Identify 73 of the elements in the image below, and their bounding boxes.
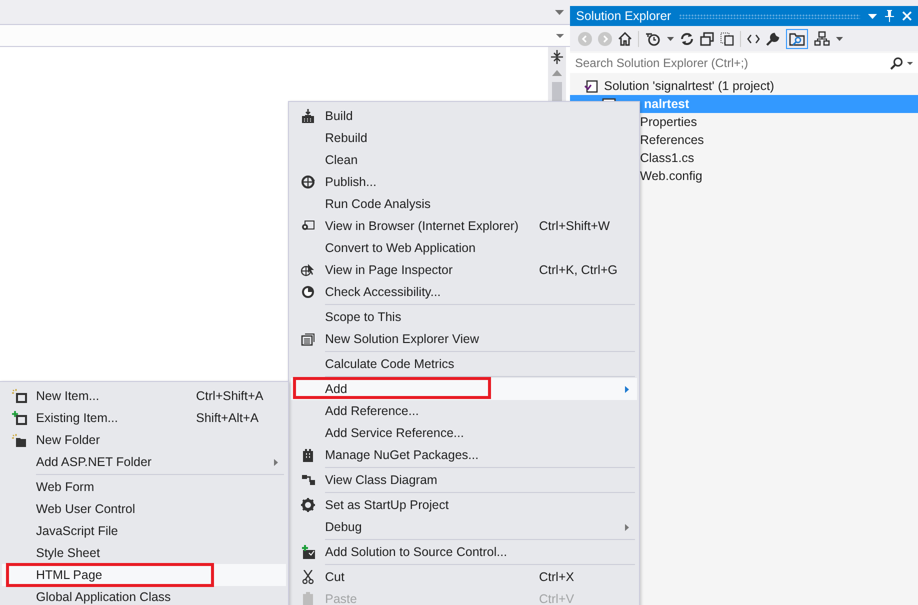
search-icon[interactable] xyxy=(890,56,903,70)
package-icon xyxy=(302,448,314,462)
pages-icon[interactable] xyxy=(720,32,734,46)
panel-title: Solution Explorer xyxy=(576,9,672,23)
class-diagram-icon xyxy=(300,474,316,486)
split-icon[interactable] xyxy=(551,50,563,64)
close-icon[interactable] xyxy=(902,11,912,21)
menu-item[interactable]: Debug xyxy=(291,516,637,538)
source-control-add-icon xyxy=(300,545,316,559)
globe-icon xyxy=(300,175,316,189)
solution-icon xyxy=(584,80,598,92)
menu-item[interactable]: Add Service Reference... xyxy=(291,422,637,444)
search-input[interactable]: Search Solution Explorer (Ctrl+;) xyxy=(575,56,886,70)
menu-item[interactable]: Add Solution to Source Control... xyxy=(291,541,637,563)
menu-item[interactable]: Set as StartUp Project xyxy=(291,494,637,516)
dropdown-arrow-icon[interactable] xyxy=(868,14,877,18)
clipboard-icon xyxy=(302,592,314,605)
caret-icon[interactable] xyxy=(836,36,843,40)
search-field[interactable]: Search Solution Explorer (Ctrl+;) xyxy=(570,53,918,73)
dropdown-arrow-icon[interactable] xyxy=(555,10,564,14)
menu-item[interactable]: Clean xyxy=(291,149,637,171)
pin-icon[interactable] xyxy=(885,10,894,22)
menu-item[interactable]: Rebuild xyxy=(291,127,637,149)
dropdown-arrow-icon[interactable] xyxy=(556,34,564,38)
menu-item[interactable]: Global Application Class xyxy=(2,586,286,605)
menu-item[interactable]: Style Sheet xyxy=(2,542,286,564)
caret-icon[interactable] xyxy=(667,36,674,40)
menu-item[interactable]: View in Browser (Internet Explorer) Ctrl+Shift+W xyxy=(291,215,637,237)
scissors-icon xyxy=(302,570,314,584)
menu-item[interactable]: Existing Item... Shift+Alt+A xyxy=(2,407,286,429)
build-icon xyxy=(301,109,315,123)
collapse-all-icon[interactable] xyxy=(700,32,714,46)
menu-item[interactable]: Web User Control xyxy=(2,498,286,520)
menu-item[interactable]: Add ASP.NET Folder xyxy=(2,451,286,473)
submenu-arrow-icon xyxy=(625,524,629,531)
gear-icon xyxy=(301,498,315,512)
submenu-arrow-icon xyxy=(274,459,278,466)
new-item-icon xyxy=(12,389,26,403)
menu-item[interactable]: Scope to This xyxy=(291,306,637,328)
browser-icon xyxy=(301,220,315,232)
sync-icon[interactable] xyxy=(680,32,694,46)
code-icon[interactable] xyxy=(747,34,760,44)
tree-item[interactable]: Solution 'signalrtest' (1 project) xyxy=(570,77,918,95)
menu-item[interactable]: Publish... xyxy=(291,171,637,193)
menu-item[interactable]: Check Accessibility... xyxy=(291,281,637,303)
menu-item[interactable]: Convert to Web Application xyxy=(291,237,637,259)
submenu-arrow-icon xyxy=(625,386,629,393)
menu-item[interactable]: View Class Diagram xyxy=(291,469,637,491)
menu-item[interactable]: JavaScript File xyxy=(2,520,286,542)
menu-item[interactable]: New Solution Explorer View xyxy=(291,328,637,350)
globe-cursor-icon xyxy=(300,263,316,277)
new-folder-icon xyxy=(12,434,26,446)
menu-item[interactable]: Web Form xyxy=(2,476,286,498)
menu-item[interactable]: New Item... Ctrl+Shift+A xyxy=(2,385,286,407)
menu-item[interactable]: View in Page Inspector Ctrl+K, Ctrl+G xyxy=(291,259,637,281)
folder-search-icon xyxy=(789,32,805,46)
menu-item[interactable]: Calculate Code Metrics xyxy=(291,353,637,375)
preview-toggle[interactable] xyxy=(786,28,808,48)
existing-item-icon xyxy=(12,411,26,425)
caret-icon[interactable] xyxy=(907,62,913,64)
menu-item[interactable]: Add xyxy=(291,378,637,400)
wrench-icon[interactable] xyxy=(766,32,780,46)
home-icon[interactable] xyxy=(618,32,632,46)
window-icon xyxy=(301,332,315,346)
menu-item[interactable]: Run Code Analysis xyxy=(291,193,637,215)
menu-item[interactable]: Add Reference... xyxy=(291,400,637,422)
pie-icon xyxy=(301,285,315,299)
menu-item[interactable]: Manage NuGet Packages... xyxy=(291,444,637,466)
clock-icon[interactable] xyxy=(645,32,661,46)
menu-item[interactable]: Cut Ctrl+X xyxy=(291,566,637,588)
menu-item[interactable]: New Folder xyxy=(2,429,286,451)
menu-item[interactable]: HTML Page xyxy=(2,564,286,586)
diagram-icon[interactable] xyxy=(814,31,830,46)
